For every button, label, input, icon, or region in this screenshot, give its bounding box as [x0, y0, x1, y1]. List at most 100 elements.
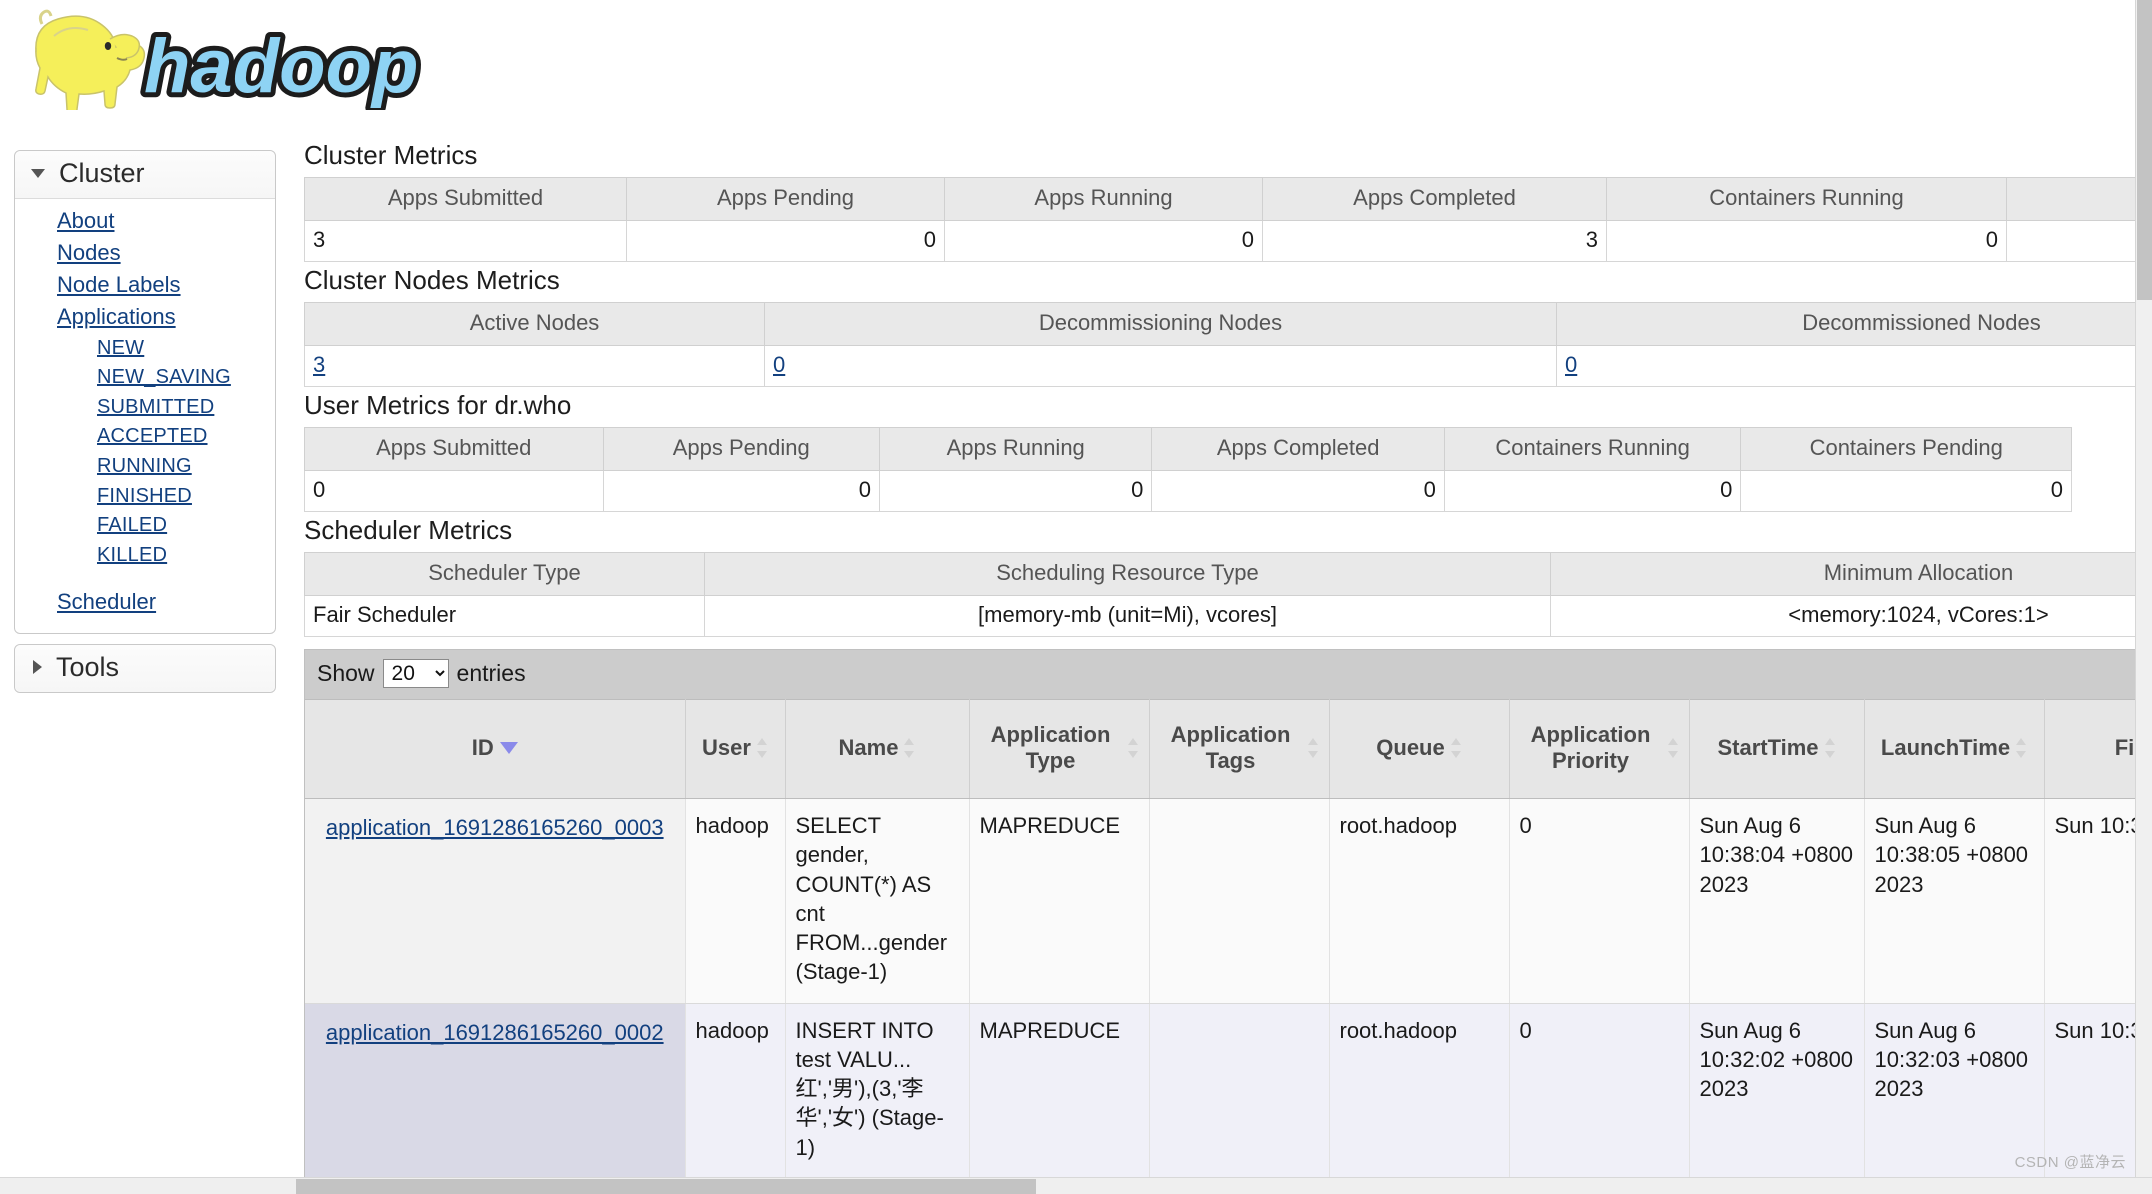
cell-finishtime: Sun 10:3 +08: [2044, 798, 2143, 1004]
val-apps-pending: 0: [626, 220, 945, 262]
cell-user: hadoop: [685, 798, 786, 1004]
col-user-containers-pending[interactable]: Containers Pending: [1740, 427, 2072, 471]
th-name[interactable]: Name: [785, 699, 970, 799]
sidebar-item-applications[interactable]: Applications: [15, 301, 275, 333]
col-memory-used[interactable]: [2006, 177, 2136, 221]
sidebar-tools-block: Tools: [14, 643, 276, 693]
col-apps-completed[interactable]: Apps Completed: [1262, 177, 1607, 221]
sidebar-state-submitted[interactable]: SUBMITTED: [15, 393, 275, 423]
th-id[interactable]: ID: [305, 699, 686, 799]
sidebar-state-accepted[interactable]: ACCEPTED: [15, 422, 275, 452]
col-decommissioning-nodes[interactable]: Decommissioning Nodes: [764, 302, 1557, 346]
th-launchtime[interactable]: LaunchTime: [1864, 699, 2045, 799]
col-user-containers-running[interactable]: Containers Running: [1443, 427, 1742, 471]
cell-application-priority: 0: [1509, 1003, 1690, 1179]
th-queue[interactable]: Queue: [1329, 699, 1510, 799]
cell-id: application_1691286165260_0002: [305, 1003, 686, 1179]
sidebar-state-finished[interactable]: FINISHED: [15, 482, 275, 512]
cell-user: hadoop: [685, 1003, 786, 1179]
col-apps-running[interactable]: Apps Running: [944, 177, 1263, 221]
main-content: Cluster Metrics Apps Submitted Apps Pend…: [296, 140, 2152, 1194]
svg-text:hadoop: hadoop: [144, 24, 418, 109]
scheduler-metrics-scroll: Scheduler Type Scheduling Resource Type …: [296, 552, 2136, 637]
sidebar-item-nodes[interactable]: Nodes: [15, 237, 275, 269]
th-finishtime[interactable]: Fi: [2044, 699, 2143, 799]
application-id-link[interactable]: application_1691286165260_0002: [326, 1020, 664, 1045]
col-apps-submitted[interactable]: Apps Submitted: [304, 177, 627, 221]
scheduler-metrics-title: Scheduler Metrics: [304, 515, 513, 545]
col-apps-pending[interactable]: Apps Pending: [626, 177, 945, 221]
sidebar-state-new[interactable]: NEW: [15, 334, 275, 364]
cell-application-tags: [1149, 798, 1330, 1004]
th-queue-label: Queue: [1376, 735, 1445, 760]
sidebar-state-running[interactable]: RUNNING: [15, 452, 275, 482]
th-application-tags[interactable]: Application Tags: [1149, 699, 1330, 799]
th-starttime-label: StartTime: [1717, 735, 1819, 760]
th-user[interactable]: User: [685, 699, 786, 799]
horizontal-scrollbar[interactable]: [0, 1177, 2152, 1194]
cell-application-type: MAPREDUCE: [969, 798, 1150, 1004]
sidebar-item-about[interactable]: About: [15, 205, 275, 237]
col-user-apps-running[interactable]: Apps Running: [878, 427, 1153, 471]
sort-both-icon: [1667, 737, 1679, 759]
sort-both-icon: [1450, 737, 1462, 759]
cluster-nodes-metrics-table: Active Nodes Decommissioning Nodes Decom…: [304, 302, 2136, 387]
sidebar-cluster-block: Cluster About Nodes Node Labels Applicat…: [14, 150, 276, 634]
sidebar-state-failed[interactable]: FAILED: [15, 511, 275, 541]
cell-queue: root.hadoop: [1329, 1003, 1510, 1179]
col-user-apps-submitted[interactable]: Apps Submitted: [304, 427, 604, 471]
th-id-label: ID: [471, 735, 494, 760]
decommissioned-nodes-link[interactable]: 0: [1565, 352, 1577, 377]
th-user-label: User: [702, 735, 751, 760]
table-row: application_1691286165260_0003 hadoop SE…: [305, 798, 2143, 1004]
user-metrics-title: User Metrics for dr.who: [304, 390, 572, 420]
caret-right-icon: [33, 660, 42, 675]
table-row: application_1691286165260_0002 hadoop IN…: [305, 1003, 2143, 1179]
cluster-metrics-table: Apps Submitted Apps Pending Apps Running…: [304, 177, 2136, 262]
vertical-scrollbar-thumb[interactable]: [2137, 0, 2152, 300]
decommissioning-nodes-link[interactable]: 0: [773, 352, 785, 377]
vertical-scrollbar[interactable]: [2135, 0, 2152, 1194]
val-active-nodes: 3: [304, 345, 765, 387]
cell-starttime: Sun Aug 6 10:38:04 +0800 2023: [1689, 798, 1865, 1004]
sidebar-state-killed[interactable]: KILLED: [15, 541, 275, 571]
th-application-priority[interactable]: Application Priority: [1509, 699, 1690, 799]
col-user-apps-pending[interactable]: Apps Pending: [602, 427, 880, 471]
yarn-resourcemanager-page: hadoop hadoop Cluster About Nodes Node L…: [0, 0, 2152, 1194]
table-header-row: Active Nodes Decommissioning Nodes Decom…: [304, 302, 2136, 346]
sidebar-state-new-saving[interactable]: NEW_SAVING: [15, 363, 275, 393]
table-row: Fair Scheduler [memory-mb (unit=Mi), vco…: [304, 595, 2136, 637]
cell-name: SELECT gender, COUNT(*) AS cnt FROM...ge…: [785, 798, 970, 1004]
application-id-link[interactable]: application_1691286165260_0003: [326, 815, 664, 840]
sidebar-item-scheduler[interactable]: Scheduler: [15, 586, 275, 618]
th-starttime[interactable]: StartTime: [1689, 699, 1865, 799]
sidebar-item-node-labels[interactable]: Node Labels: [15, 269, 275, 301]
sidebar-cluster-header[interactable]: Cluster: [15, 151, 275, 199]
apps-table-header-row: ID User Name Application Type Applicatio…: [305, 699, 2143, 799]
sidebar-tools-header[interactable]: Tools: [15, 644, 275, 692]
sort-both-icon: [756, 737, 768, 759]
hadoop-elephant-logo-icon: hadoop hadoop: [35, 9, 423, 110]
table-header-row: Apps Submitted Apps Pending Apps Running…: [304, 177, 2136, 221]
th-launchtime-label: LaunchTime: [1880, 735, 2011, 760]
applications-datatable: Show 20 50 100 entries: [304, 649, 2144, 1194]
col-user-apps-completed[interactable]: Apps Completed: [1151, 427, 1445, 471]
col-active-nodes[interactable]: Active Nodes: [304, 302, 765, 346]
val-memory-used: <memory:0 B,: [2006, 220, 2136, 262]
page-size-select[interactable]: 20 50 100: [382, 659, 449, 688]
th-application-type-label: Application Type: [990, 722, 1111, 773]
cell-application-tags: [1149, 1003, 1330, 1179]
col-scheduler-type[interactable]: Scheduler Type: [304, 552, 705, 596]
col-decommissioned-nodes[interactable]: Decommissioned Nodes: [1556, 302, 2136, 346]
col-scheduling-resource-type[interactable]: Scheduling Resource Type: [704, 552, 1551, 596]
col-minimum-allocation[interactable]: Minimum Allocation: [1550, 552, 2136, 596]
active-nodes-link[interactable]: 3: [313, 352, 325, 377]
table-row: 3 0 0 3 0 <memory:0 B,: [304, 220, 2136, 262]
col-containers-running[interactable]: Containers Running: [1606, 177, 2007, 221]
cell-id: application_1691286165260_0003: [305, 798, 686, 1004]
sidebar: Cluster About Nodes Node Labels Applicat…: [14, 150, 276, 703]
hadoop-logo[interactable]: hadoop hadoop: [14, 6, 484, 110]
watermark: CSDN @蓝净云: [2014, 1154, 2126, 1171]
horizontal-scrollbar-thumb[interactable]: [296, 1179, 1036, 1194]
th-application-type[interactable]: Application Type: [969, 699, 1150, 799]
